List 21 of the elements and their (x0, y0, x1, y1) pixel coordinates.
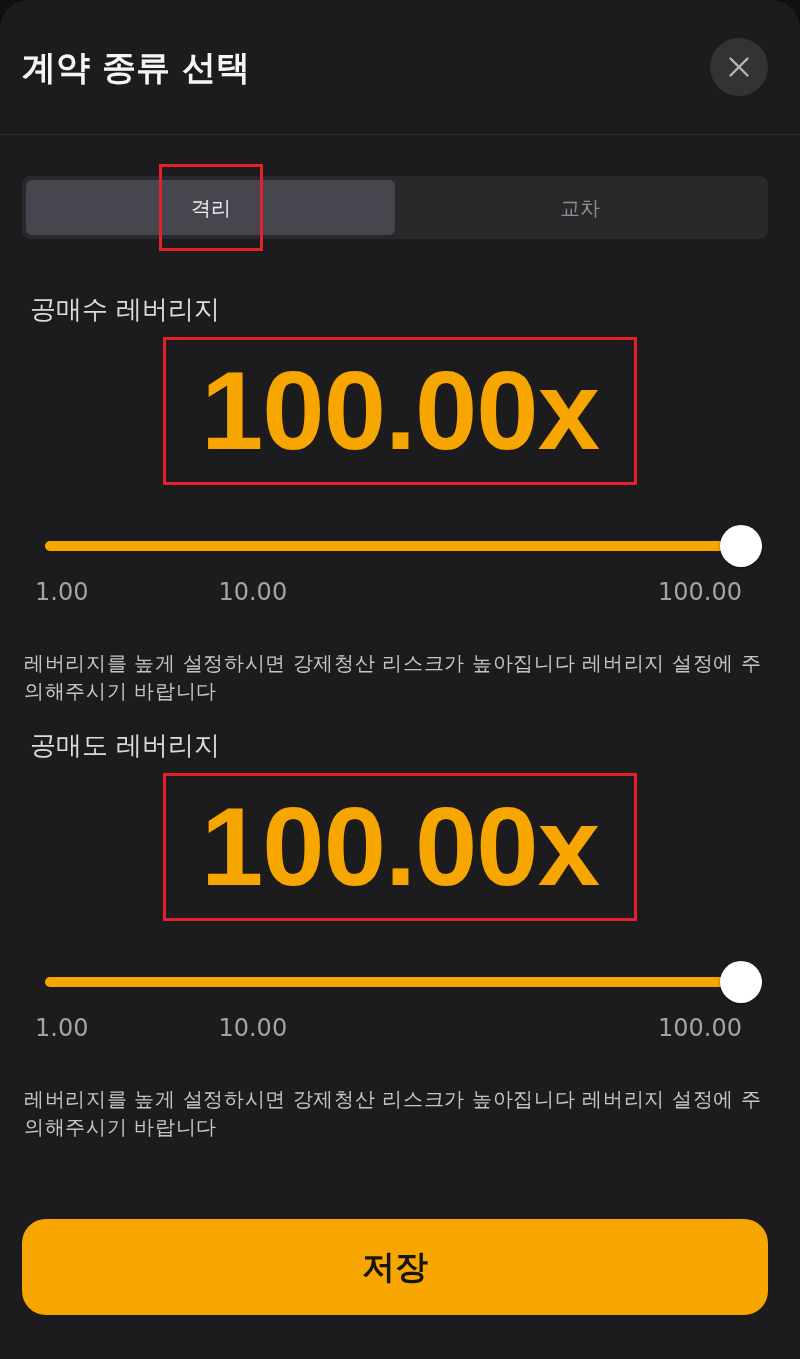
tick-label: 100.00 (658, 1013, 742, 1043)
leverage-value: 100.00x (201, 358, 599, 464)
slider-thumb[interactable] (720, 961, 762, 1003)
dialog-title: 계약 종류 선택 (22, 46, 250, 88)
save-button[interactable]: 저장 (22, 1219, 768, 1315)
tick-label: 1.00 (35, 1013, 89, 1043)
warning-text: 레버리지를 높게 설정하시면 강제청산 리스크가 높아집니다 레버리지 설정에 주의해주시기 바랍니다 (24, 650, 763, 705)
tick-label: 1.00 (35, 577, 89, 607)
leverage-label: 공매도 레버리지 (29, 729, 222, 762)
leverage-value: 100.00x (201, 794, 599, 900)
leverage-label: 공매수 레버리지 (29, 293, 222, 326)
slider-track[interactable] (45, 525, 762, 567)
tab[interactable]: 격리 (26, 180, 395, 235)
tick-label: 100.00 (658, 577, 742, 607)
close-icon (729, 57, 749, 77)
tab[interactable]: 교차 (395, 180, 764, 235)
tick-label: 10.00 (218, 577, 288, 607)
slider-track[interactable] (45, 961, 762, 1003)
warning-text: 레버리지를 높게 설정하시면 강제청산 리스크가 높아집니다 레버리지 설정에 주의해주시기 바랍니다 (24, 1086, 763, 1141)
tick-label: 10.00 (218, 1013, 288, 1043)
slider-thumb[interactable] (720, 525, 762, 567)
